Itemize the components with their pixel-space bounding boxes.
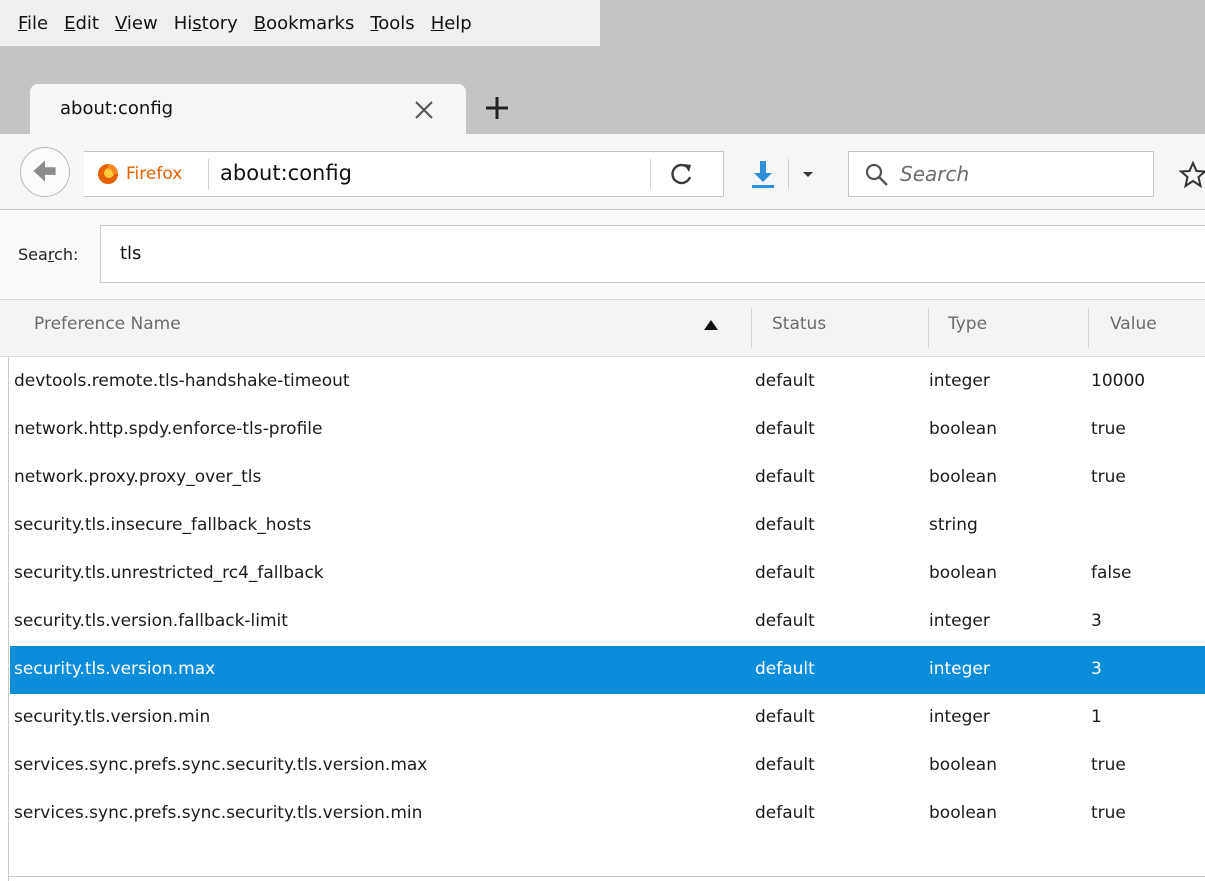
chevron-down-icon[interactable]: [798, 164, 818, 184]
menu-help[interactable]: Help: [423, 13, 480, 34]
plus-icon[interactable]: [481, 92, 513, 124]
identity-box[interactable]: Firefox: [96, 161, 182, 187]
url-input[interactable]: about:config: [220, 161, 352, 185]
cell-value: 10000: [1091, 371, 1146, 391]
menu-file[interactable]: File: [10, 13, 56, 34]
tree-bottom-border: [8, 876, 1205, 877]
back-button[interactable]: [20, 147, 70, 197]
header-separator[interactable]: [928, 308, 929, 348]
table-row[interactable]: network.http.spdy.enforce-tls-profile de…: [10, 406, 1205, 454]
cell-name: network.http.spdy.enforce-tls-profile: [14, 419, 323, 439]
cell-type: integer: [929, 371, 990, 391]
cell-value: 3: [1091, 659, 1102, 679]
cell-status: default: [755, 515, 815, 535]
menu-edit[interactable]: Edit: [56, 13, 107, 34]
header-separator[interactable]: [751, 308, 752, 348]
header-type[interactable]: Type: [948, 314, 987, 334]
config-search-label: Search:: [18, 245, 79, 264]
cell-name: services.sync.prefs.sync.security.tls.ve…: [14, 755, 428, 775]
header-separator[interactable]: [1088, 308, 1089, 348]
firefox-logo-icon: [98, 164, 118, 184]
header-preference-name[interactable]: Preference Name: [34, 314, 181, 334]
menu-view[interactable]: View: [107, 13, 166, 34]
cell-value: true: [1091, 755, 1126, 775]
cell-name: security.tls.version.fallback-limit: [14, 611, 288, 631]
cell-type: boolean: [929, 755, 997, 775]
cell-type: integer: [929, 659, 990, 679]
cell-type: integer: [929, 707, 990, 727]
download-icon[interactable]: [748, 158, 778, 190]
sort-ascending-icon: [704, 320, 718, 330]
cell-value: 3: [1091, 611, 1102, 631]
cell-status: default: [755, 563, 815, 583]
tab-about-config[interactable]: about:config: [30, 84, 466, 136]
cell-name: security.tls.version.max: [14, 659, 216, 679]
arrow-left-icon: [33, 160, 56, 182]
cell-value: true: [1091, 803, 1126, 823]
menu-tools[interactable]: Tools: [362, 13, 422, 34]
table-row[interactable]: security.tls.version.min default integer…: [10, 694, 1205, 742]
cell-status: default: [755, 755, 815, 775]
cell-status: default: [755, 659, 815, 679]
cell-name: security.tls.unrestricted_rc4_fallback: [14, 563, 324, 583]
search-placeholder: Search: [900, 162, 970, 186]
download-separator: [788, 159, 789, 189]
cell-name: devtools.remote.tls-handshake-timeout: [14, 371, 350, 391]
config-search-value[interactable]: tls: [120, 243, 141, 264]
tree-left-border: [8, 357, 9, 881]
cell-type: boolean: [929, 563, 997, 583]
identity-separator: [208, 159, 209, 189]
cell-status: default: [755, 371, 815, 391]
cell-value: false: [1091, 563, 1132, 583]
table-row-selected[interactable]: security.tls.version.max default integer…: [10, 646, 1205, 694]
menu-bar: File Edit View History Bookmarks Tools H…: [0, 0, 600, 46]
menu-bookmarks[interactable]: Bookmarks: [246, 13, 363, 34]
tab-title: about:config: [60, 98, 174, 119]
search-box[interactable]: [848, 151, 1154, 197]
magnifier-icon: [865, 163, 888, 186]
table-header: [0, 299, 1205, 357]
config-search-input[interactable]: [100, 225, 1205, 283]
cell-name: security.tls.insecure_fallback_hosts: [14, 515, 312, 535]
cell-name: services.sync.prefs.sync.security.tls.ve…: [14, 803, 423, 823]
cell-type: string: [929, 515, 978, 535]
cell-name: network.proxy.proxy_over_tls: [14, 467, 262, 487]
cell-value: true: [1091, 467, 1126, 487]
cell-type: boolean: [929, 803, 997, 823]
cell-type: boolean: [929, 419, 997, 439]
table-row[interactable]: security.tls.unrestricted_rc4_fallback d…: [10, 550, 1205, 598]
cell-name: security.tls.version.min: [14, 707, 211, 727]
menu-history[interactable]: History: [166, 13, 246, 34]
cell-value: 1: [1091, 707, 1102, 727]
table-row[interactable]: security.tls.version.fallback-limit defa…: [10, 598, 1205, 646]
star-icon[interactable]: [1178, 160, 1205, 190]
table-row[interactable]: services.sync.prefs.sync.security.tls.ve…: [10, 742, 1205, 790]
cell-value: true: [1091, 419, 1126, 439]
cell-status: default: [755, 803, 815, 823]
table-row[interactable]: devtools.remote.tls-handshake-timeout de…: [10, 358, 1205, 406]
identity-label: Firefox: [126, 164, 183, 184]
cell-type: integer: [929, 611, 990, 631]
cell-status: default: [755, 707, 815, 727]
cell-type: boolean: [929, 467, 997, 487]
cell-status: default: [755, 419, 815, 439]
header-value[interactable]: Value: [1110, 314, 1157, 334]
table-row[interactable]: security.tls.insecure_fallback_hosts def…: [10, 502, 1205, 550]
cell-status: default: [755, 467, 815, 487]
table-row[interactable]: network.proxy.proxy_over_tls default boo…: [10, 454, 1205, 502]
header-status[interactable]: Status: [772, 314, 826, 334]
reload-icon[interactable]: [668, 160, 696, 188]
close-icon[interactable]: [410, 96, 438, 124]
table-row[interactable]: services.sync.prefs.sync.security.tls.ve…: [10, 790, 1205, 838]
url-separator: [650, 159, 651, 189]
cell-status: default: [755, 611, 815, 631]
